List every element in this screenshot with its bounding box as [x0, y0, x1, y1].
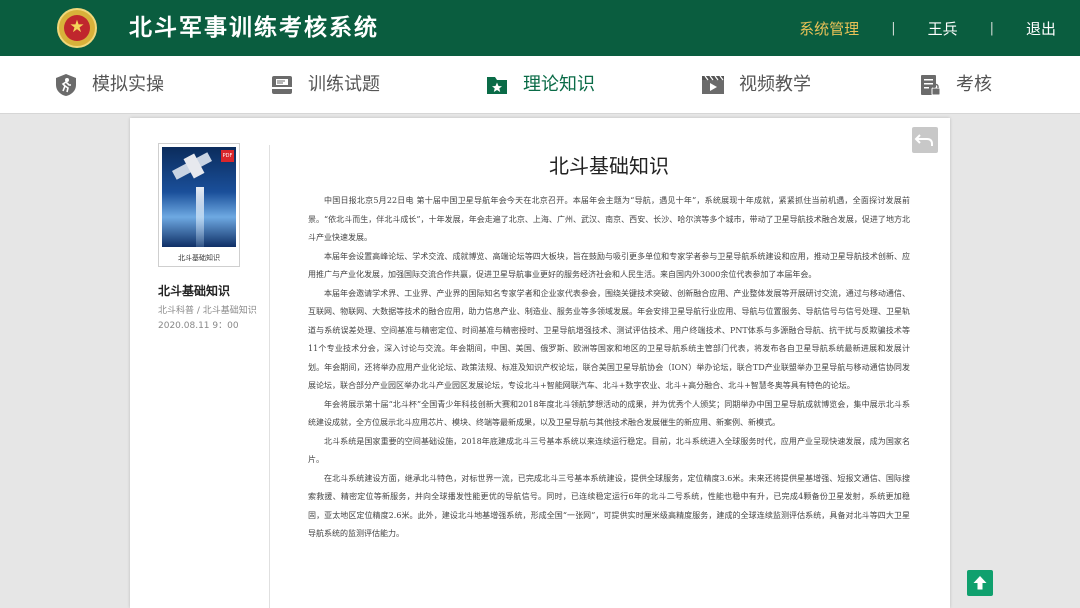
document-date: 2020.08.11 9：00 [158, 321, 239, 331]
article-paragraph: 年会将展示第十届“北斗杯”全国青少年科技创新大赛和2018年度北斗领航梦想活动的… [308, 399, 910, 428]
nav-item-simulation[interactable]: 模拟实操 [54, 56, 164, 114]
top-header: ★ 北斗军事训练考核系统 系统管理 | 王兵 | 退出 [0, 0, 1080, 56]
thumbnail-caption: 北斗基础知识 [178, 254, 220, 262]
nav-item-label: 训练试题 [308, 74, 380, 95]
satellite-cover-image: PDF [162, 147, 236, 247]
nav-item-label: 视频教学 [739, 74, 811, 95]
system-admin-link[interactable]: 系统管理 [799, 18, 859, 39]
back-button[interactable] [912, 127, 938, 153]
article-title: 北斗基础知识 [549, 154, 669, 178]
scroll-to-top-button[interactable] [967, 570, 993, 596]
runner-shield-icon [54, 73, 78, 97]
arrow-up-icon [967, 576, 993, 600]
pdf-icon: PDF [221, 150, 234, 162]
article-paragraph: 中国日报北京5月22日电 第十届中国卫星导航年会今天在北京召开。本届年会主题为“… [308, 196, 910, 242]
film-play-icon [701, 73, 725, 97]
document-category: 北斗科普 / 北斗基础知识 [158, 306, 257, 316]
site-title: 北斗军事训练考核系统 [129, 15, 379, 41]
main-nav: 模拟实操 训练试题 理论知识 视频教学 考核 [0, 56, 1080, 114]
checklist-lock-icon [918, 73, 942, 97]
nav-item-training-questions[interactable]: 训练试题 [270, 56, 380, 114]
article-paragraph: 在北斗系统建设方面，继承北斗特色，对标世界一流，已完成北斗三号基本系统建设，提供… [308, 473, 910, 539]
tray-document-icon [270, 73, 294, 97]
article: 北斗基础知识 中国日报北京5月22日电 第十届中国卫星导航年会今天在北京召开。本… [308, 152, 910, 544]
article-paragraph: 本届年会邀请学术界、工业界、产业界的国际知名专家学者和企业家代表参会，围绕关键技… [308, 288, 910, 391]
nav-item-label: 考核 [956, 74, 992, 95]
divider: | [891, 20, 896, 36]
article-paragraph: 本届年会设置高峰论坛、学术交流、成就博览、高端论坛等四大板块，旨在鼓励与吸引更多… [308, 251, 910, 280]
nav-item-video[interactable]: 视频教学 [701, 56, 811, 114]
army-emblem-logo: ★ [57, 8, 97, 48]
content-card: PDF 北斗基础知识 北斗基础知识 北斗科普 / 北斗基础知识 2020.08.… [130, 118, 950, 608]
divider: | [989, 20, 994, 36]
document-title: 北斗基础知识 [158, 284, 231, 298]
nav-item-exam[interactable]: 考核 [918, 56, 992, 114]
document-thumbnail[interactable]: PDF 北斗基础知识 [158, 143, 240, 267]
divider [269, 145, 270, 608]
logout-link[interactable]: 退出 [1026, 18, 1056, 39]
nav-item-label: 理论知识 [523, 74, 595, 95]
nav-item-theory[interactable]: 理论知识 [485, 56, 595, 114]
top-right-links: 系统管理 | 王兵 | 退出 [799, 17, 1056, 39]
user-name[interactable]: 王兵 [928, 18, 958, 39]
nav-item-label: 模拟实操 [92, 74, 164, 95]
folder-star-icon [485, 73, 509, 97]
article-paragraph: 北斗系统是国家重要的空间基础设施，2018年底建成北斗三号基本系统以来连续运行稳… [308, 436, 910, 465]
undo-arrow-icon [912, 134, 938, 157]
